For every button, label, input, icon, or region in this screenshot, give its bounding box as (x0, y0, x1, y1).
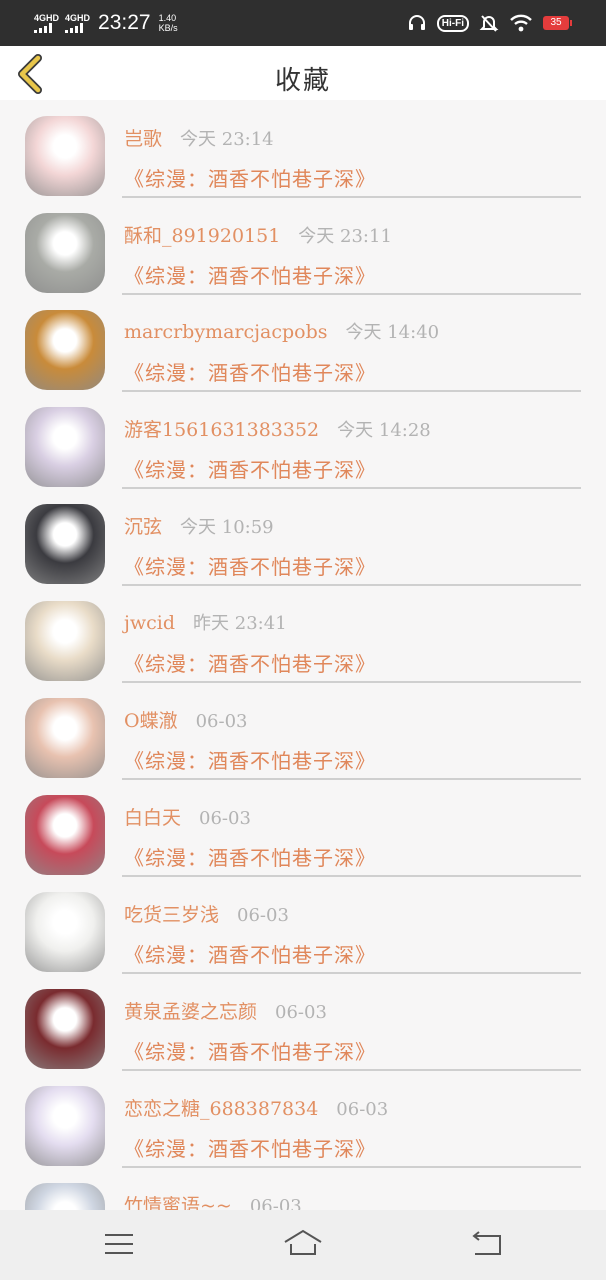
user-name[interactable]: marcrbymarcjacpobs (124, 321, 328, 343)
headphones-icon (408, 15, 425, 30)
page-title: 收藏 (274, 66, 331, 96)
book-title[interactable]: 《综漫：酒香不怕巷子深》 (124, 1133, 376, 1162)
return-icon (472, 1231, 501, 1255)
avatar[interactable] (25, 698, 105, 778)
favorite-time: 昨天 23:41 (193, 613, 287, 634)
avatar[interactable] (25, 310, 105, 390)
favorite-time: 06-03 (199, 808, 251, 829)
list-item[interactable]: O蝶澈 06-03 《综漫：酒香不怕巷子深》 (0, 690, 606, 786)
divider (122, 1166, 581, 1168)
user-name[interactable]: jwcid (124, 612, 175, 634)
favorite-time: 今天 23:14 (180, 129, 274, 150)
net-speed-unit: KB/s (158, 23, 178, 33)
avatar[interactable] (25, 1086, 105, 1166)
divider (122, 196, 581, 198)
book-title[interactable]: 《综漫：酒香不怕巷子深》 (124, 745, 376, 774)
book-title[interactable]: 《综漫：酒香不怕巷子深》 (124, 842, 376, 871)
home-icon (284, 1229, 322, 1255)
book-title[interactable]: 《综漫：酒香不怕巷子深》 (124, 260, 376, 289)
favorite-time: 06-03 (195, 711, 248, 732)
book-title[interactable]: 《综漫：酒香不怕巷子深》 (124, 648, 376, 677)
net-speed: 1.40 KB/s (159, 13, 178, 33)
wifi-icon (510, 14, 532, 32)
sim2-signal-icon: 4GHD (65, 12, 91, 33)
list-item[interactable]: 酥和_891920151 今天 23:11 《综漫：酒香不怕巷子深》 (0, 205, 606, 301)
divider (122, 972, 581, 974)
user-name[interactable]: 黄泉孟婆之忘颜 (124, 997, 257, 1024)
divider (122, 293, 581, 295)
avatar[interactable] (25, 116, 105, 196)
bell-off-icon (479, 15, 499, 32)
divider (122, 681, 581, 683)
list-item[interactable]: 恋恋之糖_688387834 06-03 《综漫：酒香不怕巷子深》 (0, 1078, 606, 1174)
app-header: 收藏 (0, 46, 606, 100)
avatar[interactable] (25, 989, 105, 1069)
list-item[interactable]: 游客1561631383352 今天 14:28 《综漫：酒香不怕巷子深》 (0, 399, 606, 495)
net-speed-value: 1.40 (158, 13, 177, 23)
user-name[interactable]: 吃货三岁浅 (124, 900, 219, 927)
sim2-label: 4GHD (65, 12, 91, 23)
avatar[interactable] (25, 892, 105, 972)
avatar[interactable] (25, 795, 105, 875)
user-name[interactable]: 恋恋之糖_688387834 (124, 1094, 318, 1121)
book-title[interactable]: 《综漫：酒香不怕巷子深》 (124, 454, 376, 483)
divider (122, 875, 581, 877)
list-item[interactable]: 黄泉孟婆之忘颜 06-03 《综漫：酒香不怕巷子深》 (0, 981, 606, 1077)
hifi-badge: Hi-Fi (436, 14, 469, 32)
favorite-time: 06-03 (336, 1099, 389, 1120)
list-item[interactable]: 竹情蜜语~~06-03《综漫：酒香不怕巷子深》 (0, 1175, 606, 1210)
list-item[interactable]: 白白天 06-03 《综漫：酒香不怕巷子深》 (0, 787, 606, 883)
favorite-time: 今天 14:40 (345, 322, 440, 343)
book-title[interactable]: 《综漫：酒香不怕巷子深》 (124, 939, 376, 968)
list-item[interactable]: jwcid 昨天 23:41 《综漫：酒香不怕巷子深》 (0, 593, 606, 689)
avatar[interactable] (25, 407, 105, 487)
list-item[interactable]: marcrbymarcjacpobs 今天 14:40 《综漫：酒香不怕巷子深》 (0, 302, 606, 398)
status-bar: 4GHD 4GHD 23:27 1.40 KB/s Hi-Fi 35 (0, 0, 606, 46)
favorites-list[interactable]: 岂歌 今天 23:14 《综漫：酒香不怕巷子深》 酥和_891920151 今天 23:… (0, 100, 606, 1210)
divider (122, 390, 581, 392)
book-title[interactable]: 《综漫：酒香不怕巷子深》 (124, 163, 376, 192)
list-item[interactable]: 岂歌 今天 23:14 《综漫：酒香不怕巷子深》 (0, 108, 606, 204)
user-name[interactable]: 酥和_891920151 (124, 221, 280, 248)
book-title[interactable]: 《综漫：酒香不怕巷子深》 (124, 551, 376, 580)
battery-icon: 35 (543, 16, 572, 30)
divider (122, 778, 581, 780)
favorite-time: 今天 10:59 (180, 517, 274, 538)
user-name[interactable]: 白白天 (124, 803, 181, 830)
favorite-time: 06-03 (249, 1196, 302, 1210)
sim1-signal-icon: 4GHD (34, 12, 60, 33)
user-name[interactable]: O蝶澈 (124, 706, 178, 733)
avatar[interactable] (25, 1183, 105, 1210)
sim1-label: 4GHD (34, 12, 60, 23)
home-button[interactable] (283, 1228, 323, 1260)
divider (122, 1069, 581, 1071)
return-button[interactable] (467, 1228, 507, 1260)
menu-icon (105, 1234, 133, 1254)
menu-button[interactable] (99, 1228, 139, 1260)
user-name[interactable]: 沉弦 (124, 512, 162, 539)
avatar[interactable] (25, 504, 105, 584)
favorite-time: 今天 14:28 (337, 420, 431, 441)
avatar[interactable] (25, 213, 105, 293)
list-item[interactable]: 沉弦 今天 10:59 《综漫：酒香不怕巷子深》 (0, 496, 606, 592)
favorite-time: 今天 23:11 (298, 226, 392, 247)
system-nav-bar (0, 1210, 606, 1280)
favorite-time: 06-03 (275, 1002, 327, 1023)
user-name[interactable]: 游客1561631383352 (124, 415, 319, 442)
divider (122, 584, 581, 586)
user-name[interactable]: 竹情蜜语~~ (124, 1191, 232, 1210)
user-name[interactable]: 岂歌 (124, 124, 162, 151)
battery-level: 35 (543, 16, 569, 30)
divider (122, 487, 581, 489)
book-title[interactable]: 《综漫：酒香不怕巷子深》 (124, 1036, 376, 1065)
list-item[interactable]: 吃货三岁浅 06-03 《综漫：酒香不怕巷子深》 (0, 884, 606, 980)
book-title[interactable]: 《综漫：酒香不怕巷子深》 (124, 357, 376, 386)
avatar[interactable] (25, 601, 105, 681)
clock: 23:27 (98, 11, 151, 34)
favorite-time: 06-03 (237, 905, 289, 926)
